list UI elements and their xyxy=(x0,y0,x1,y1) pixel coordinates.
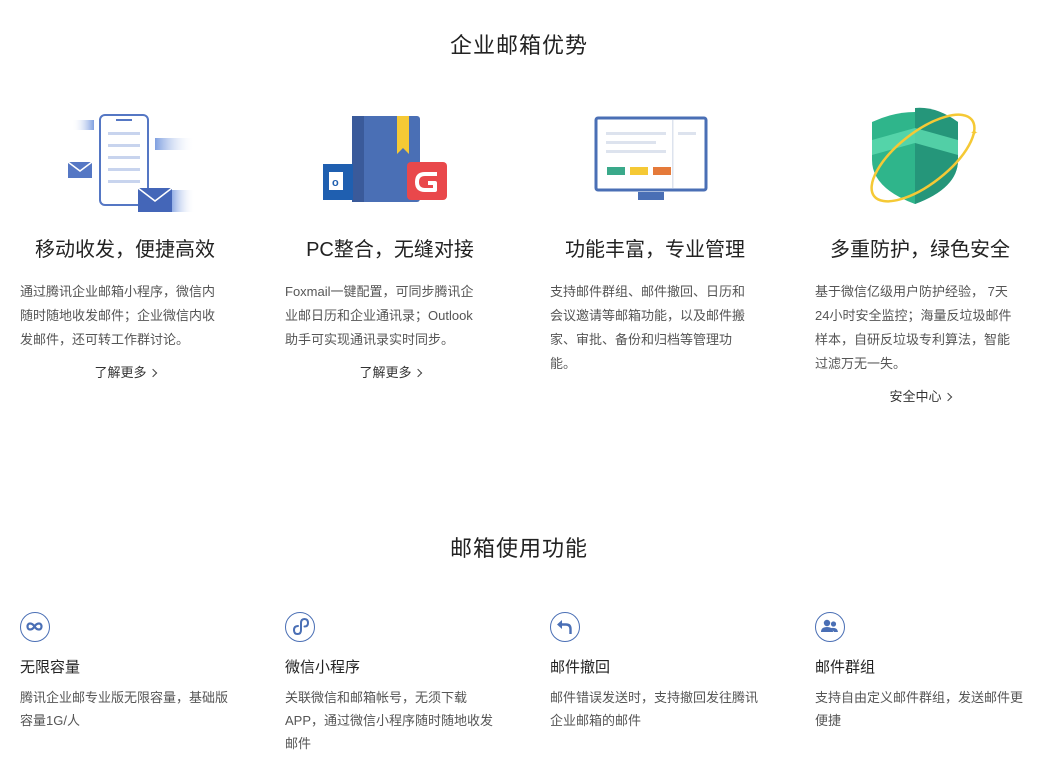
advantage-heading: 多重防护，绿色安全 xyxy=(830,239,1010,261)
shield-icon: ✦ xyxy=(815,100,1025,215)
svg-text:✦: ✦ xyxy=(970,128,978,139)
advantage-heading: PC整合，无缝对接 xyxy=(306,239,474,261)
learn-more-label: 了解更多 xyxy=(359,365,412,380)
learn-more-label: 了解更多 xyxy=(94,365,147,380)
advantage-description: 支持邮件群组、邮件撤回、日历和会议邀请等邮箱功能，以及邮件搬家、审批、备份和归档… xyxy=(550,284,746,371)
pc-integration-icon: o xyxy=(285,100,495,215)
chevron-right-icon xyxy=(943,392,952,402)
advantage-heading: 移动收发，便捷高效 xyxy=(35,239,215,261)
advantage-card-mobile: 移动收发，便捷高效 通过腾讯企业邮箱小程序，微信内随时随地收发邮件；企业微信内收… xyxy=(20,100,230,380)
feature-card-unlimited: 无限容量 腾讯企业邮专业版无限容量，基础版容量1G/人 xyxy=(20,612,230,728)
feature-name: 邮件撤回 xyxy=(550,659,611,676)
recall-icon xyxy=(550,612,580,642)
learn-more-link[interactable]: 了解更多 xyxy=(20,362,230,381)
infinity-icon xyxy=(20,612,50,642)
mobile-mail-icon xyxy=(20,100,230,215)
advantage-description: 基于微信亿级用户防护经验， 7天24小时安全监控；海量反垃圾邮件样本，自研反垃圾… xyxy=(815,284,1012,371)
chevron-right-icon xyxy=(413,368,422,378)
mini-program-icon xyxy=(285,612,315,642)
advantage-card-pc: o PC整合，无缝对接 Foxmail一键配置，可同步腾讯企业邮日历和企业通讯录… xyxy=(285,100,495,380)
security-center-label: 安全中心 xyxy=(889,389,942,404)
advantage-description: 通过腾讯企业邮箱小程序，微信内随时随地收发邮件；企业微信内收发邮件，还可转工作群… xyxy=(20,284,216,347)
features-section-title: 邮箱使用功能 xyxy=(449,536,588,561)
monitor-icon xyxy=(550,100,760,215)
svg-text:o: o xyxy=(332,177,339,189)
feature-card-group: 邮件群组 支持自由定义邮件群组，发送邮件更便捷 xyxy=(815,612,1025,728)
group-icon xyxy=(815,612,845,642)
feature-name: 邮件群组 xyxy=(815,659,876,676)
feature-card-mini-program: 微信小程序 关联微信和邮箱帐号，无须下载APP，通过微信小程序随时随地收发邮件 xyxy=(285,612,495,751)
feature-description: 关联微信和邮箱帐号，无须下载APP，通过微信小程序随时随地收发邮件 xyxy=(285,690,494,751)
feature-description: 腾讯企业邮专业版无限容量，基础版容量1G/人 xyxy=(20,690,229,728)
feature-description: 邮件错误发送时，支持撤回发往腾讯企业邮箱的邮件 xyxy=(550,690,759,728)
chevron-right-icon xyxy=(148,368,157,378)
learn-more-link[interactable]: 了解更多 xyxy=(285,362,495,381)
advantage-heading: 功能丰富，专业管理 xyxy=(565,239,745,261)
feature-name: 无限容量 xyxy=(20,659,81,676)
feature-card-recall: 邮件撤回 邮件错误发送时，支持撤回发往腾讯企业邮箱的邮件 xyxy=(550,612,760,728)
advantage-card-security: ✦ 多重防护，绿色安全 基于微信亿级用户防护经验， 7天24小时安全监控；海量反… xyxy=(815,100,1025,404)
feature-name: 微信小程序 xyxy=(285,659,361,676)
security-center-link[interactable]: 安全中心 xyxy=(815,386,1025,405)
advantage-card-features: 功能丰富，专业管理 支持邮件群组、邮件撤回、日历和会议邀请等邮箱功能，以及邮件搬… xyxy=(550,100,760,371)
advantage-description: Foxmail一键配置，可同步腾讯企业邮日历和企业通讯录；Outlook助手可实… xyxy=(285,284,474,347)
feature-description: 支持自由定义邮件群组，发送邮件更便捷 xyxy=(815,690,1024,728)
advantages-section-title: 企业邮箱优势 xyxy=(449,33,588,58)
